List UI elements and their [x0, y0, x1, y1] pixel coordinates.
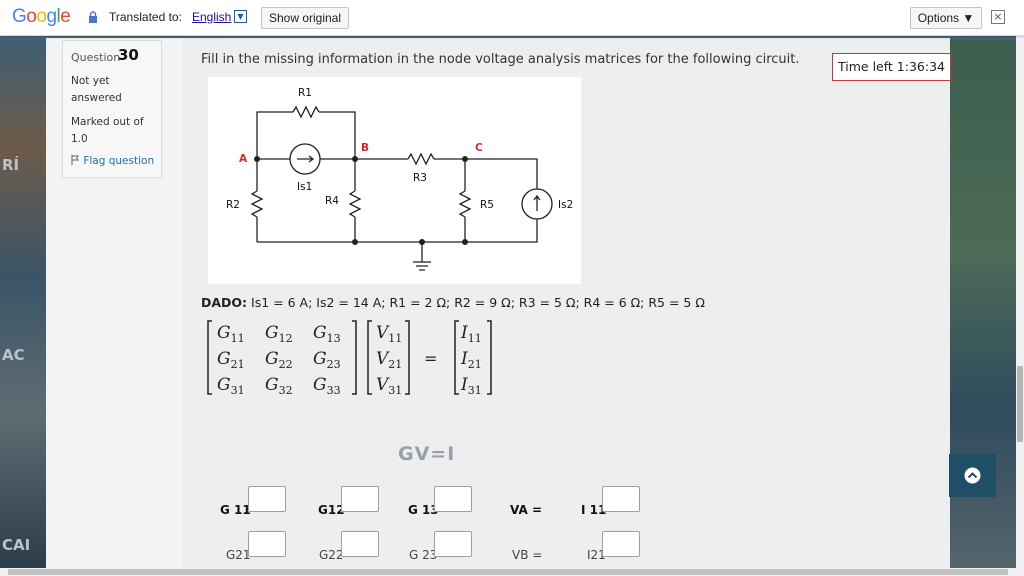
- chevron-up-icon: [964, 467, 981, 484]
- node-label-a: A: [239, 153, 248, 165]
- close-icon[interactable]: ×: [991, 10, 1005, 24]
- language-link[interactable]: English: [192, 10, 231, 24]
- matrix-g13: G13: [313, 323, 341, 345]
- circuit-diagram: R1 R2 R3 R4 R5 Is1 Is2 A B C: [208, 77, 581, 284]
- flag-question-link[interactable]: Flag question: [71, 155, 154, 167]
- matrix-v11: V11: [376, 323, 402, 345]
- label-g21: G21: [226, 548, 251, 562]
- label-vb: VB =: [512, 548, 543, 562]
- given-values-label: DADO:: [201, 295, 248, 310]
- background-image-left: RÍ AC CAI: [0, 40, 46, 570]
- matrix-equation: G11 G12 G13 G21 G22 G23 G31 G32 G33 V11 …: [205, 318, 505, 398]
- matrix-v31: V31: [376, 375, 402, 397]
- matrix-g32: G32: [265, 375, 293, 397]
- resistor-r1: [292, 105, 320, 119]
- background-word: AC: [2, 346, 25, 364]
- question-label: Question: [71, 51, 121, 64]
- question-info-box: Question 30 Not yet answered Marked out …: [62, 40, 162, 178]
- label-g22: G22: [319, 548, 344, 562]
- matrix-g21: G21: [217, 349, 245, 371]
- input-g21[interactable]: [248, 531, 286, 557]
- language-dropdown-icon[interactable]: ▼: [234, 10, 247, 23]
- timer: Time left 1:36:34: [832, 53, 951, 81]
- input-g23[interactable]: [434, 531, 472, 557]
- back-to-top-button[interactable]: [949, 454, 996, 497]
- matrix-g12: G12: [265, 323, 293, 345]
- matrix-g11: G11: [217, 323, 245, 345]
- label-va: VA =: [510, 503, 542, 517]
- label-r1: R1: [298, 87, 312, 99]
- show-original-button[interactable]: Show original: [261, 7, 349, 29]
- label-r3: R3: [413, 172, 427, 184]
- matrix-g33: G33: [313, 375, 341, 397]
- question-text: Fill in the missing information in the n…: [201, 52, 800, 67]
- matrix-g23: G23: [313, 349, 341, 371]
- logo-letter: o: [36, 6, 47, 27]
- matrix-i31: I31: [460, 375, 482, 397]
- question-number: 30: [118, 46, 139, 64]
- horizontal-scrollbar-thumb[interactable]: [8, 569, 1008, 575]
- label-r2: R2: [226, 199, 240, 211]
- resistor-r4: [348, 190, 362, 218]
- input-i11[interactable]: [602, 486, 640, 512]
- input-g12[interactable]: [341, 486, 379, 512]
- matrix-i21: I21: [460, 349, 482, 371]
- matrix-g31: G31: [217, 375, 245, 397]
- node-label-c: C: [475, 142, 483, 154]
- matrix-g22: G22: [265, 349, 293, 371]
- equation-title: GV=I: [398, 443, 456, 465]
- given-values-text: Is1 = 6 A; Is2 = 14 A; R1 = 2 Ω; R2 = 9 …: [251, 295, 705, 310]
- translate-bar: Google Translated to: English ▼ Show ori…: [0, 0, 1024, 36]
- resistor-r2: [250, 190, 264, 218]
- flag-icon: [71, 155, 79, 165]
- label-is1: Is1: [297, 181, 312, 193]
- vertical-scrollbar[interactable]: [1016, 36, 1024, 570]
- input-g13[interactable]: [434, 486, 472, 512]
- google-logo: Google: [12, 6, 71, 28]
- matrix-v21: V21: [376, 349, 402, 371]
- matrix-svg: G11 G12 G13 G21 G22 G23 G31 G32 G33 V11 …: [207, 320, 492, 397]
- resistor-r3: [407, 152, 435, 166]
- matrix-i11: I11: [460, 323, 482, 345]
- given-values: DADO: Is1 = 6 A; Is2 = 14 A; R1 = 2 Ω; R…: [201, 295, 705, 310]
- resistor-r5: [458, 190, 472, 218]
- label-g11: G 11: [220, 503, 251, 517]
- label-r4: R4: [325, 195, 339, 207]
- background-word: CAI: [2, 536, 31, 554]
- flag-question-label: Flag question: [83, 155, 155, 167]
- input-g11[interactable]: [248, 486, 286, 512]
- logo-letter: e: [60, 6, 71, 27]
- label-is2: Is2: [558, 199, 573, 211]
- logo-letter: G: [12, 6, 27, 27]
- question-mark: Marked out of 1.0: [71, 116, 144, 145]
- logo-letter: o: [26, 6, 37, 27]
- input-i21[interactable]: [602, 531, 640, 557]
- input-g22[interactable]: [341, 531, 379, 557]
- vertical-scrollbar-thumb[interactable]: [1017, 366, 1023, 442]
- matrix-equals: =: [424, 349, 437, 368]
- options-button[interactable]: Options ▼: [910, 7, 982, 29]
- logo-letter: g: [46, 6, 57, 27]
- node-label-b: B: [361, 142, 369, 154]
- circuit-svg: R1 R2 R3 R4 R5 Is1 Is2 A B C: [226, 87, 573, 271]
- translated-to-label: Translated to:: [109, 10, 182, 24]
- background-word: RÍ: [2, 156, 20, 174]
- label-r5: R5: [480, 199, 494, 211]
- lock-icon: [89, 11, 97, 23]
- question-state: Not yet answered: [71, 75, 122, 104]
